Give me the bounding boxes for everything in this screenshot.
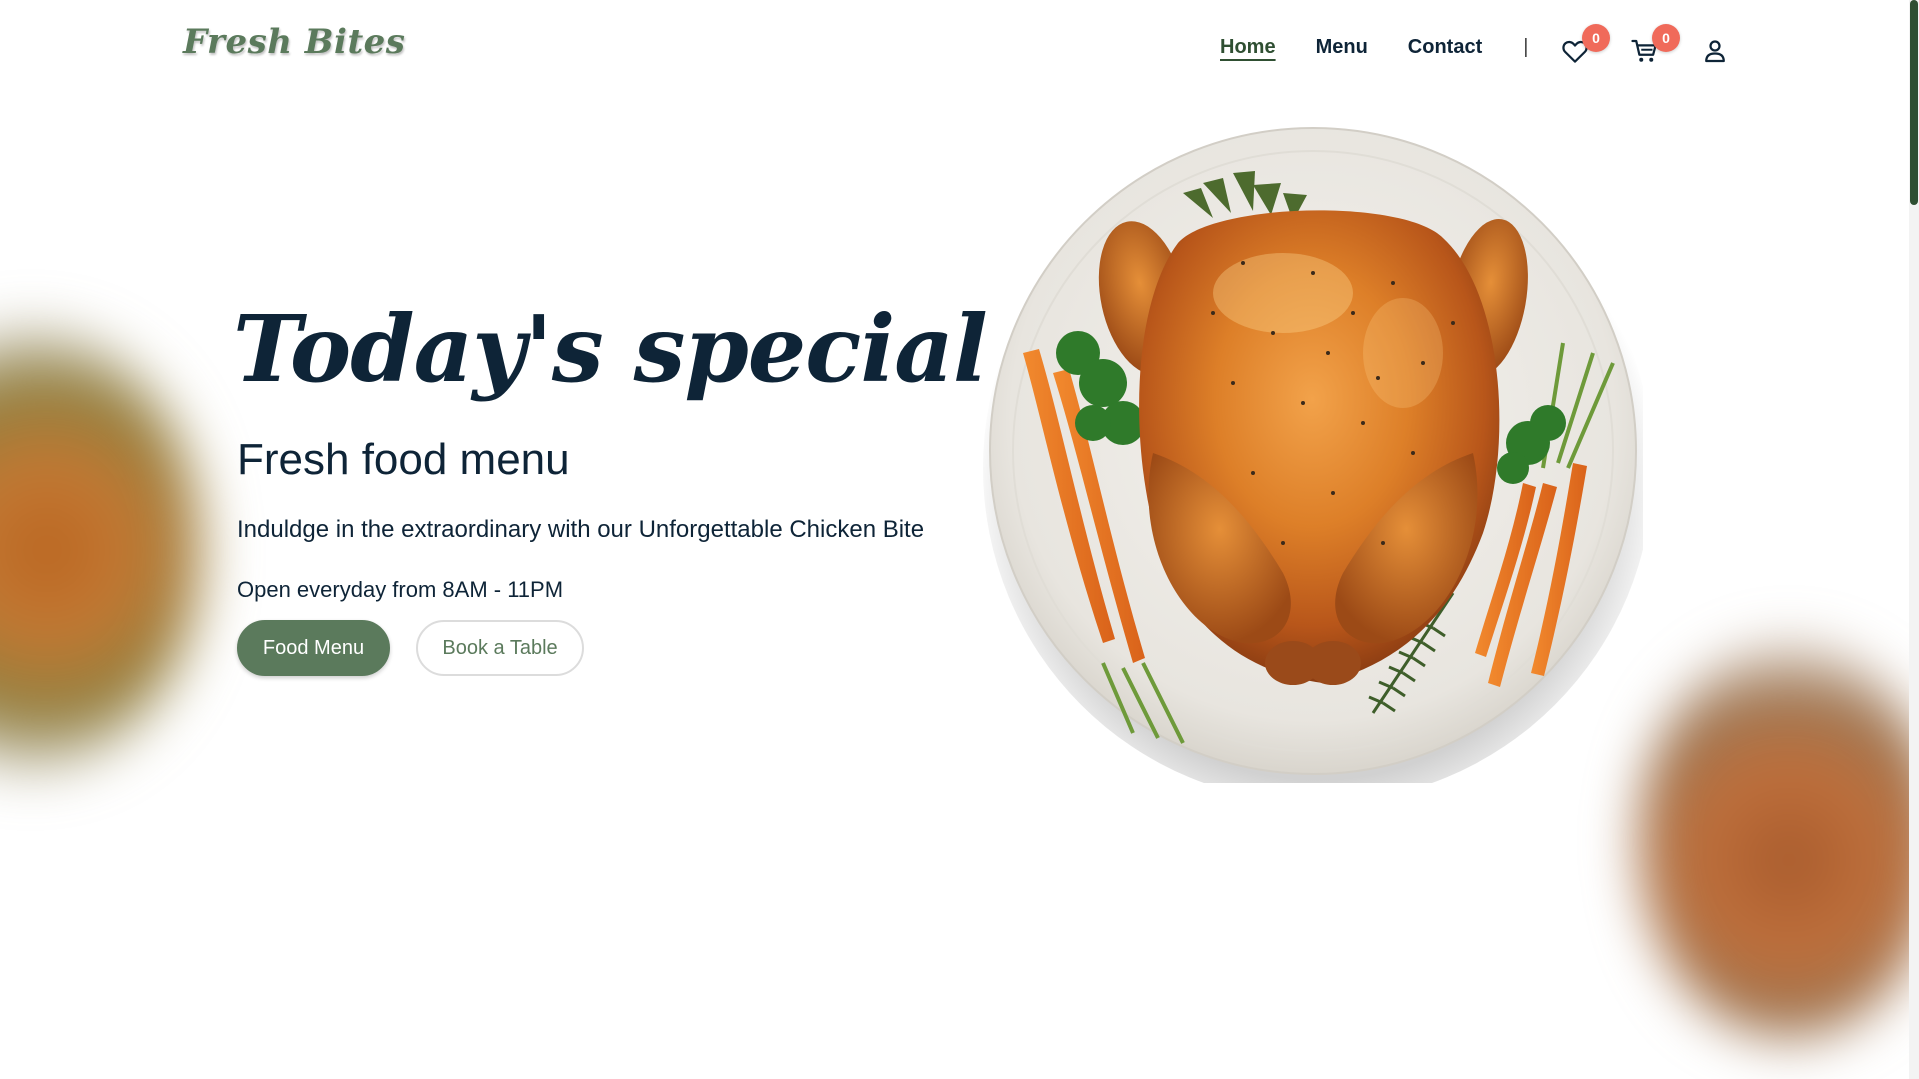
opening-hours: Open everyday from 8AM - 11PM: [237, 577, 564, 602]
cart-button[interactable]: 0: [1630, 24, 1680, 66]
hero-description: Induldge in the extraordinary with our U…: [237, 516, 925, 543]
roast-chicken-plate-image: [983, 123, 1653, 803]
nav-contact-link[interactable]: Contact: [1408, 36, 1482, 59]
hero-subtitle: Fresh food menu: [237, 435, 570, 484]
account-button[interactable]: [1700, 36, 1730, 66]
food-menu-button[interactable]: Food Menu: [237, 620, 390, 676]
nav-menu-link[interactable]: Menu: [1316, 36, 1368, 59]
main-nav: Home Menu Contact |: [1220, 36, 1568, 59]
cart-count-badge: 0: [1652, 24, 1680, 52]
wishlist-button[interactable]: 0: [1560, 24, 1610, 66]
page-scrollbar[interactable]: [1909, 0, 1919, 1079]
page: Fresh Bites Home Menu Contact | 0 0 Toda…: [0, 0, 1919, 1079]
logo[interactable]: Fresh Bites: [183, 22, 405, 62]
blurred-food-right-image: [1639, 640, 1919, 1040]
nav-home-link[interactable]: Home: [1220, 36, 1276, 59]
user-icon: [1705, 40, 1725, 63]
nav-separator: |: [1523, 36, 1529, 58]
wishlist-count-badge: 0: [1582, 24, 1610, 52]
book-table-button[interactable]: Book a Table: [416, 620, 584, 676]
blurred-food-left-image: [0, 330, 200, 770]
hero-title: Today's special: [233, 295, 988, 403]
scrollbar-thumb[interactable]: [1910, 0, 1918, 205]
